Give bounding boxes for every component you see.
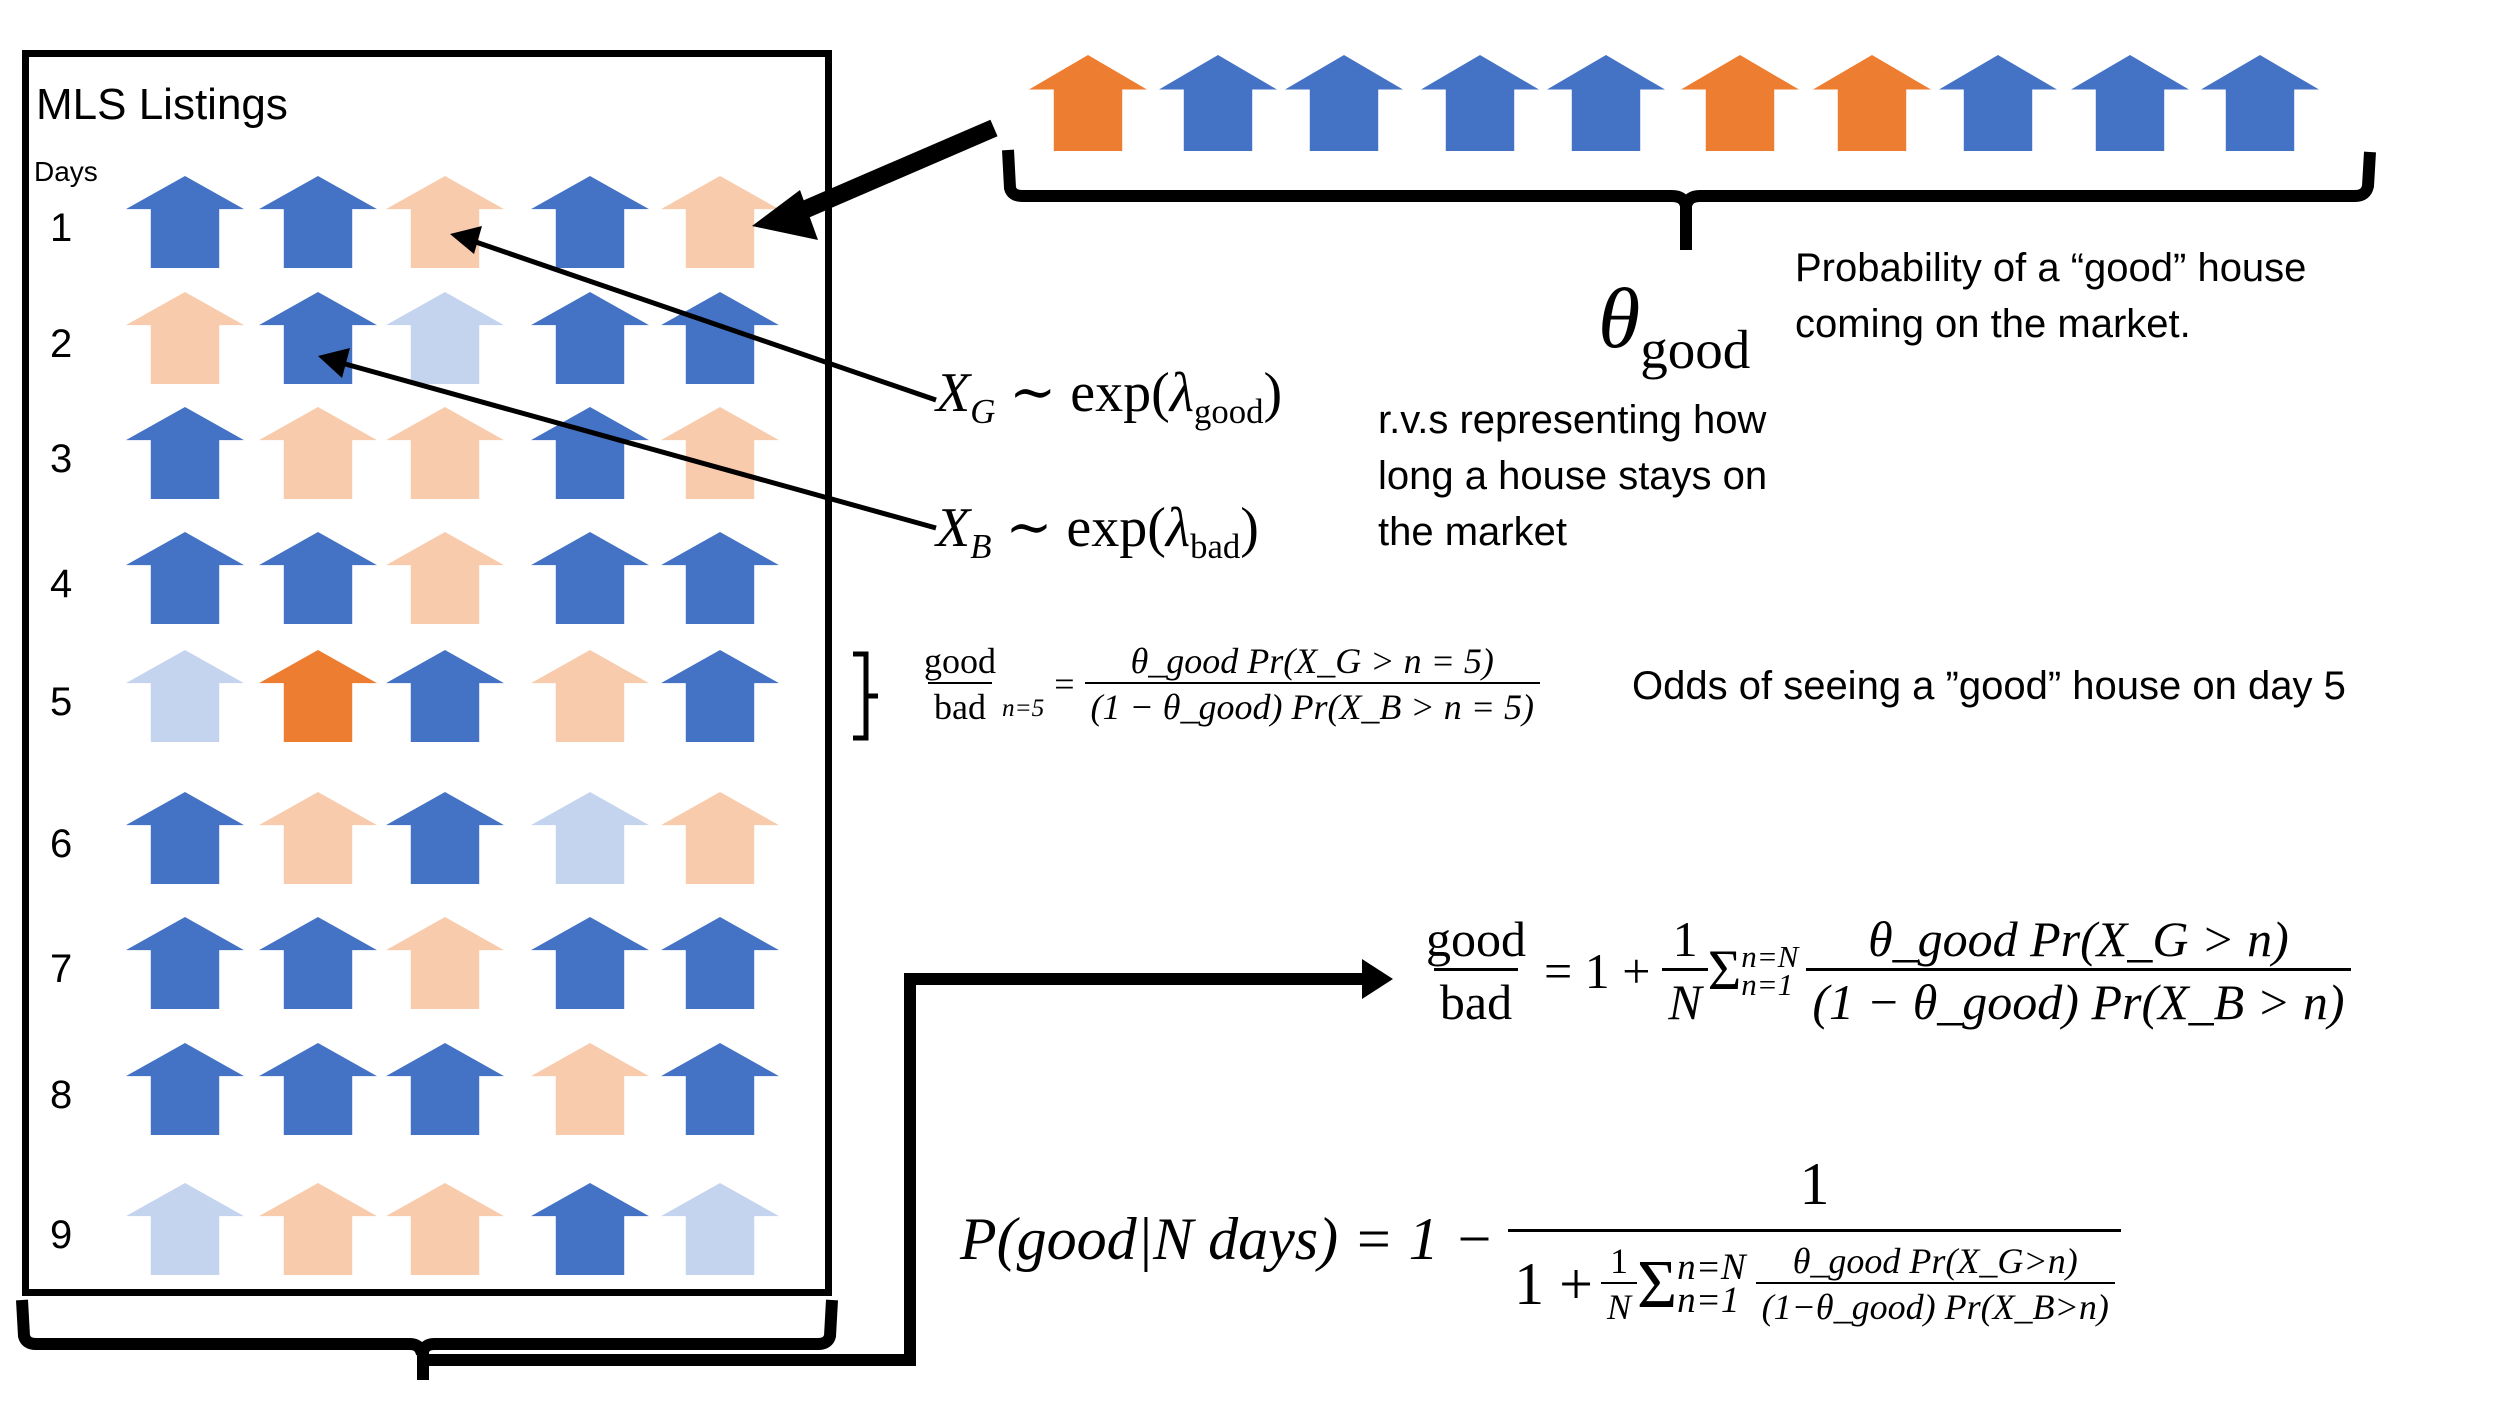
theta-description-line1: Probability of a “good” house: [1795, 246, 2307, 290]
theta-description: Probability of a “good” house coming on …: [1795, 240, 2306, 352]
day-label: 1: [50, 206, 73, 250]
new-house-good-icon: [1681, 55, 1799, 151]
rvs-description-line1: r.v.s representing how: [1378, 398, 1767, 442]
day-label: 5: [50, 680, 73, 724]
day-label: 8: [50, 1073, 73, 1117]
odds-average-ratio: θ_good Pr(X_G > n) (1 − θ_good) Pr(X_B >…: [1806, 910, 2351, 1031]
new-house-bad-icon: [1159, 55, 1277, 151]
odds-day5-formula: good bad n=5 = θ_good Pr(X_G > n = 5) (1…: [918, 640, 1540, 728]
day-label: 4: [50, 562, 73, 606]
xb-formula: XB ∼ exp(λbad): [936, 497, 1259, 567]
day-label: 6: [50, 822, 73, 866]
odds-average-formula: good bad = 1 + 1 N Σ n=N n=1 θ_good Pr(X…: [1420, 910, 2351, 1031]
day-label: 2: [50, 322, 73, 366]
one-over-n: 1 N: [1662, 910, 1708, 1031]
sum-limits: n=N n=1: [1741, 938, 1799, 1002]
day5-bracket: [853, 651, 878, 741]
sum-symbol: Σ: [1707, 939, 1742, 1002]
day-label: 9: [50, 1213, 73, 1257]
odds-day5-description: Odds of seeing a ”good” house on day 5: [1632, 664, 2346, 708]
posterior-formula: P(good|N days) = 1 − 1 1 + 1 N Σ n=N n=1…: [960, 1150, 2121, 1328]
new-house-bad-icon: [1421, 55, 1539, 151]
top-brace: [1002, 149, 2376, 208]
bottom-brace: [16, 1299, 838, 1356]
days-label: Days: [34, 156, 98, 187]
day-label: 3: [50, 437, 73, 481]
elbow-connector-head: [1362, 959, 1393, 999]
theta-good-symbol: θgood: [1598, 268, 1750, 381]
rvs-description: r.v.s representing how long a house stay…: [1378, 392, 1767, 560]
new-listing-houses: [1029, 55, 2319, 151]
posterior-fraction: 1 1 + 1 N Σ n=N n=1 θ_good Pr(X_G>n) (1−…: [1508, 1150, 2121, 1328]
posterior-lhs: P(good|N days) = 1 −: [960, 1205, 1495, 1272]
listings-title: MLS Listings: [36, 80, 288, 129]
new-house-bad-icon: [1547, 55, 1665, 151]
theta-subscript: good: [1640, 318, 1751, 380]
day-label: 7: [50, 947, 73, 991]
new-house-bad-icon: [1285, 55, 1403, 151]
theta-description-line2: coming on the market.: [1795, 302, 2191, 346]
odds-average-lhs: good bad: [1426, 911, 1526, 1030]
new-house-bad-icon: [1939, 55, 2057, 151]
new-house-good-icon: [1029, 55, 1147, 151]
new-house-bad-icon: [2071, 55, 2189, 151]
new-house-bad-icon: [2201, 55, 2319, 151]
new-house-good-icon: [1813, 55, 1931, 151]
rvs-description-line3: the market: [1378, 510, 1567, 554]
theta-symbol: θ: [1598, 270, 1641, 366]
rvs-description-line2: long a house stays on: [1378, 454, 1768, 498]
xg-formula: XG ∼ exp(λgood): [936, 362, 1283, 432]
mls-listings-panel: [22, 50, 832, 1296]
odds-day5-lhs: good bad: [924, 641, 996, 727]
odds-day5-subscript: n=5: [1002, 695, 1045, 722]
odds-day5-rhs: θ_good Pr(X_G > n = 5) (1 − θ_good) Pr(X…: [1084, 640, 1540, 728]
